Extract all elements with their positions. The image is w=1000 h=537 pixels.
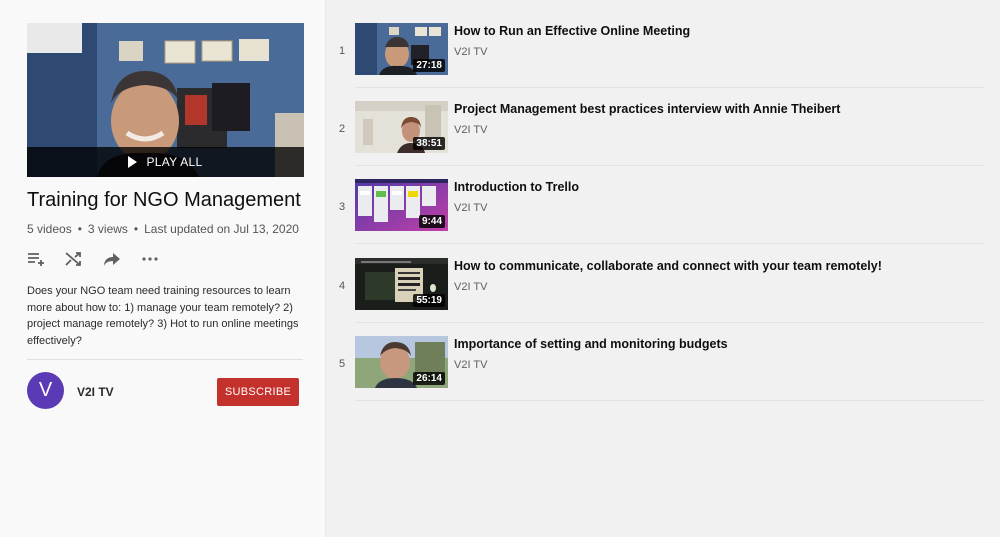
play-all-label: PLAY ALL [146, 155, 203, 169]
playlist-add-icon[interactable] [27, 250, 45, 268]
video-channel[interactable]: V2I TV [454, 281, 487, 293]
shuffle-icon[interactable] [65, 250, 83, 268]
divider [355, 243, 984, 244]
video-index: 3 [338, 201, 346, 213]
playlist-actions [27, 250, 159, 268]
video-duration: 38:51 [413, 137, 445, 150]
video-channel[interactable]: V2I TV [454, 46, 487, 58]
separator: • [77, 222, 82, 236]
play-icon [128, 156, 138, 168]
video-duration: 55:19 [413, 294, 445, 307]
video-duration: 27:18 [413, 59, 445, 72]
video-title[interactable]: How to communicate, collaborate and conn… [454, 259, 882, 273]
divider [355, 322, 984, 323]
separator: • [133, 222, 139, 236]
playlist-description: Does your NGO team need training resourc… [27, 285, 299, 347]
play-all-button[interactable]: PLAY ALL [27, 147, 304, 177]
subscribe-button[interactable]: SUBSCRIBE [217, 378, 299, 406]
video-index: 4 [338, 280, 346, 292]
playlist-stats: 5 videos • 3 views • Last updated on Jul… [27, 222, 299, 236]
video-count: 5 videos [27, 222, 72, 236]
playlist-video-item[interactable]: 5 26:14 Importance of setting and monito… [326, 336, 986, 414]
playlist-video-item[interactable]: 3 9:44 Introduction to Trello V2I TV [326, 179, 986, 257]
video-title[interactable]: Project Management best practices interv… [454, 102, 840, 116]
video-channel[interactable]: V2I TV [454, 359, 487, 371]
video-thumbnail[interactable]: 38:51 [355, 101, 448, 153]
channel-name[interactable]: V2I TV [77, 385, 114, 399]
divider [355, 87, 984, 88]
playlist-sidebar: PLAY ALL Training for NGO Management 5 v… [0, 0, 326, 537]
video-title[interactable]: Importance of setting and monitoring bud… [454, 337, 728, 351]
video-thumbnail[interactable]: 9:44 [355, 179, 448, 231]
video-channel[interactable]: V2I TV [454, 124, 487, 136]
view-count: 3 views [87, 222, 128, 236]
more-icon[interactable] [141, 250, 159, 268]
video-duration: 9:44 [418, 215, 445, 228]
video-title[interactable]: Introduction to Trello [454, 180, 579, 194]
playlist-video-item[interactable]: 2 38:51 Project Management best practice… [326, 101, 986, 179]
playlist-title: Training for NGO Management [27, 189, 301, 211]
last-updated: Last updated on Jul 13, 2020 [144, 222, 299, 236]
video-index: 5 [338, 358, 346, 370]
playlist-video-list: 1 27:18 How to Run an Effective Online M… [326, 4, 1000, 537]
video-thumbnail[interactable]: 27:18 [355, 23, 448, 75]
divider [355, 165, 984, 166]
video-index: 2 [338, 123, 346, 135]
playlist-video-item[interactable]: 4 55:19 How to communicate, collaborate … [326, 258, 986, 336]
channel-avatar[interactable]: V [27, 372, 64, 409]
video-duration: 26:14 [413, 372, 445, 385]
playlist-video-item[interactable]: 1 27:18 How to Run an Effective Online M… [326, 23, 986, 101]
playlist-thumbnail[interactable]: PLAY ALL [27, 23, 304, 177]
video-channel[interactable]: V2I TV [454, 202, 487, 214]
video-thumbnail[interactable]: 26:14 [355, 336, 448, 388]
video-title[interactable]: How to Run an Effective Online Meeting [454, 24, 690, 38]
divider [27, 359, 303, 360]
divider [355, 400, 984, 401]
video-index: 1 [338, 45, 346, 57]
share-icon[interactable] [103, 250, 121, 268]
video-thumbnail[interactable]: 55:19 [355, 258, 448, 310]
